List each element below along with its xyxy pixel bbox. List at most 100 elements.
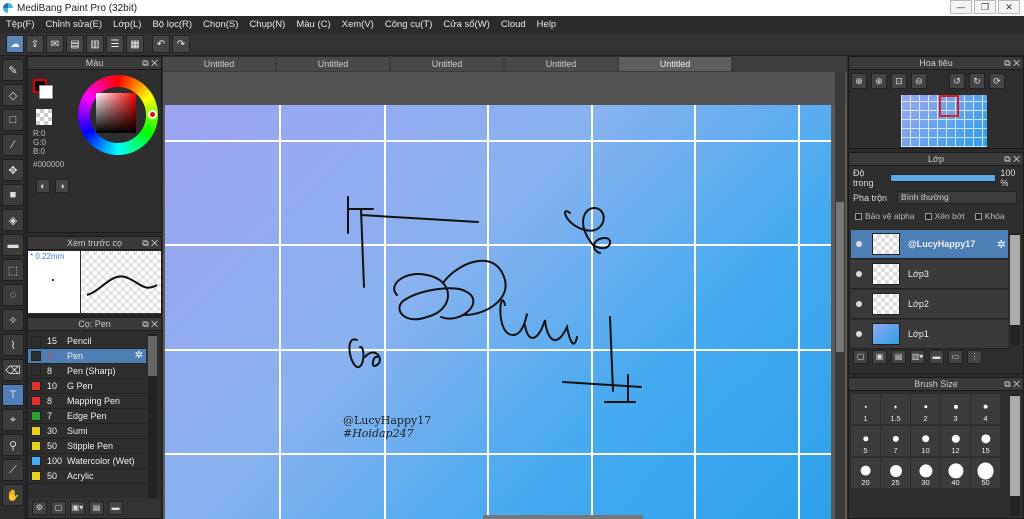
layer-scrollbar[interactable] bbox=[1010, 233, 1020, 345]
close-button[interactable]: ✕ bbox=[998, 0, 1020, 14]
new-brush-icon[interactable]: ▢ bbox=[51, 501, 66, 515]
brush-menu-icon[interactable]: ▣▾ bbox=[70, 501, 85, 515]
hand-tool-icon[interactable]: ✋ bbox=[2, 484, 24, 506]
cloud-icon[interactable]: ☁ bbox=[6, 35, 24, 53]
zoom-icon[interactable]: ⊕ bbox=[851, 73, 867, 89]
brush-copy-icon[interactable]: ▤ bbox=[89, 501, 104, 515]
document-tab[interactable]: Untitled bbox=[163, 56, 275, 71]
minimize-button[interactable]: — bbox=[950, 0, 972, 14]
menu-item-0[interactable]: Tệp(F) bbox=[6, 19, 35, 30]
new-layer-1bit-icon[interactable]: ▤ bbox=[891, 350, 906, 364]
menu-item-4[interactable]: Chọn(S) bbox=[203, 19, 238, 30]
visibility-eye-icon[interactable] bbox=[856, 301, 862, 307]
canvas-vertical-scrollbar[interactable] bbox=[835, 72, 845, 519]
panel-close-icon[interactable]: ⧉ ✕ bbox=[1004, 153, 1020, 165]
layer-folder-icon[interactable]: ▭ bbox=[948, 350, 963, 364]
menu-item-11[interactable]: Help bbox=[537, 19, 557, 30]
magic-wand-icon[interactable]: ✧ bbox=[2, 309, 24, 331]
brush-size-cell[interactable]: 25 bbox=[881, 458, 910, 488]
grid-icon[interactable]: ▦ bbox=[126, 35, 144, 53]
menu-item-5[interactable]: Chụp(N) bbox=[249, 19, 285, 30]
navigator-thumbnail[interactable] bbox=[901, 95, 987, 147]
comment-icon[interactable]: ✉ bbox=[46, 35, 64, 53]
select-pen-icon[interactable]: ⌇ bbox=[2, 334, 24, 356]
navigator-viewport[interactable] bbox=[939, 95, 959, 117]
brush-size-cell[interactable]: 2 bbox=[911, 394, 940, 424]
brush-item[interactable]: 10 G Pen bbox=[28, 379, 146, 394]
layer-row[interactable]: Lớp1 bbox=[851, 320, 1008, 349]
shape-tool-icon[interactable]: □ bbox=[2, 109, 24, 131]
layout-icon[interactable]: ▥ bbox=[86, 35, 104, 53]
panel-close-icon[interactable]: ⧉ ✕ bbox=[1004, 57, 1020, 69]
fill-rect-tool-icon[interactable]: ■ bbox=[2, 184, 24, 206]
brush-item[interactable]: 100 Watercolor (Wet) bbox=[28, 454, 146, 469]
select-eraser-icon[interactable]: ⌫ bbox=[2, 359, 24, 381]
menu-item-9[interactable]: Cửa sổ(W) bbox=[443, 19, 489, 30]
document-tab[interactable]: Untitled bbox=[277, 56, 389, 71]
brush-size-cell[interactable]: 12 bbox=[941, 426, 970, 456]
redo-icon[interactable]: ↷ bbox=[172, 35, 190, 53]
lock-checkbox[interactable]: Khóa bbox=[974, 211, 1005, 221]
panel-close-icon[interactable]: ⧉ ✕ bbox=[142, 318, 158, 330]
brush-tool-icon[interactable]: ✎ bbox=[2, 59, 24, 81]
transparent-color-swatch[interactable] bbox=[36, 109, 52, 125]
menu-item-3[interactable]: Bộ lọc(R) bbox=[152, 19, 192, 30]
canvas-horizontal-scrollbar[interactable] bbox=[483, 515, 643, 519]
brush-settings-icon[interactable]: ✲ bbox=[135, 350, 143, 361]
background-color-swatch[interactable] bbox=[39, 85, 53, 99]
brush-size-cell[interactable]: 20 bbox=[851, 458, 880, 488]
opacity-slider[interactable] bbox=[889, 174, 997, 182]
palette-icon[interactable]: ◐ bbox=[36, 179, 50, 193]
eyedropper-icon[interactable]: ⚲ bbox=[2, 434, 24, 456]
layer-row[interactable]: Lớp3 bbox=[851, 260, 1008, 289]
zoom-out-icon[interactable]: ⊖ bbox=[911, 73, 927, 89]
new-layer-icon[interactable]: ▢ bbox=[853, 350, 868, 364]
menu-item-1[interactable]: Chỉnh sửa(E) bbox=[46, 19, 103, 30]
brush-item[interactable]: 7 Edge Pen bbox=[28, 409, 146, 424]
select-rect-icon[interactable]: ⬚ bbox=[2, 259, 24, 281]
move-tool-icon[interactable]: ✥ bbox=[2, 159, 24, 181]
visibility-eye-icon[interactable] bbox=[856, 241, 862, 247]
artboard[interactable]: @LucyHappy17 #Hoidap247 bbox=[165, 105, 831, 519]
brush-item[interactable]: 8 Pen (Sharp) bbox=[28, 364, 146, 379]
menu-item-6[interactable]: Màu (C) bbox=[296, 19, 330, 30]
maximize-button[interactable]: ❐ bbox=[974, 0, 996, 14]
blend-mode-select[interactable]: Bình thường bbox=[897, 191, 1018, 204]
page-icon[interactable]: ▤ bbox=[66, 35, 84, 53]
brush-size-cell[interactable]: 1.5 bbox=[881, 394, 910, 424]
new-layer-8bit-icon[interactable]: ▣ bbox=[872, 350, 887, 364]
zoom-in-icon[interactable]: ⊕ bbox=[871, 73, 887, 89]
brush-item[interactable]: 8 Mapping Pen bbox=[28, 394, 146, 409]
panel-close-icon[interactable]: ⧉ ✕ bbox=[142, 57, 158, 69]
list-icon[interactable]: ☰ bbox=[106, 35, 124, 53]
add-brush-icon[interactable]: ⚙ bbox=[32, 501, 47, 515]
brush-size-scrollbar[interactable] bbox=[1010, 394, 1020, 516]
fit-icon[interactable]: ⊡ bbox=[891, 73, 907, 89]
document-tab[interactable]: Untitled bbox=[391, 56, 503, 71]
brush-item[interactable]: 15 Pencil bbox=[28, 334, 146, 349]
visibility-eye-icon[interactable] bbox=[856, 331, 862, 337]
text-tool-icon[interactable]: T bbox=[2, 384, 24, 406]
menu-item-7[interactable]: Xem(V) bbox=[342, 19, 374, 30]
reset-rotate-icon[interactable]: ⟳ bbox=[989, 73, 1005, 89]
menu-item-8[interactable]: Công cụ(T) bbox=[385, 19, 433, 30]
brush-list-scrollbar[interactable] bbox=[148, 334, 157, 499]
brush-size-cell[interactable]: 30 bbox=[911, 458, 940, 488]
alpha-protect-checkbox[interactable]: Bảo vệ alpha bbox=[855, 211, 915, 221]
eyedropper2-icon[interactable]: ⟋ bbox=[2, 459, 24, 481]
saturation-square[interactable] bbox=[96, 93, 136, 133]
delete-layer-icon[interactable]: ▬ bbox=[929, 350, 944, 364]
brush-size-cell[interactable]: 3 bbox=[941, 394, 970, 424]
rotate-right-icon[interactable]: ↻ bbox=[969, 73, 985, 89]
brush-size-cell[interactable]: 40 bbox=[941, 458, 970, 488]
share-icon[interactable]: ⇪ bbox=[26, 35, 44, 53]
layer-more-icon[interactable]: ⋮ bbox=[967, 350, 982, 364]
brush-item[interactable]: 50 Acrylic bbox=[28, 469, 146, 484]
brush-size-cell[interactable]: 7 bbox=[881, 426, 910, 456]
brush-item[interactable]: 50 Stipple Pen bbox=[28, 439, 146, 454]
palette-settings-icon[interactable]: ◑ bbox=[55, 179, 69, 193]
layer-settings-icon[interactable]: ✲ bbox=[997, 238, 1006, 251]
color-wheel[interactable] bbox=[78, 75, 158, 155]
brush-item[interactable]: 30 Sumi bbox=[28, 424, 146, 439]
dot-tool-icon[interactable]: ⁄ bbox=[2, 134, 24, 156]
